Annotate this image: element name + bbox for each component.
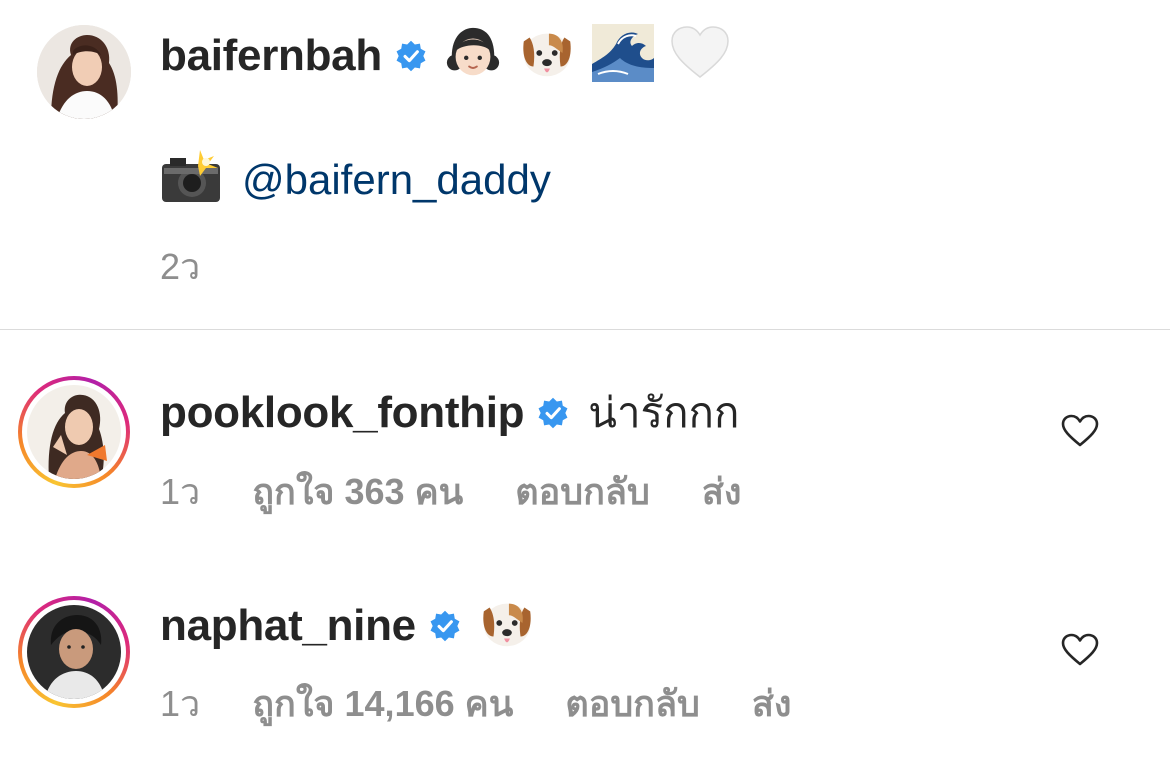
water-wave-emoji-icon <box>591 24 654 87</box>
mention-link[interactable]: @baifern_daddy <box>242 156 551 204</box>
like-heart-icon[interactable] <box>1061 414 1099 448</box>
dog-face-emoji-icon <box>478 594 536 657</box>
comment-time: 1ว <box>160 683 201 724</box>
comment-time: 1ว <box>160 471 201 512</box>
like-heart-icon[interactable] <box>1061 633 1099 667</box>
comment-username[interactable]: naphat_nine <box>160 601 416 651</box>
dog-face-emoji-icon <box>518 24 576 87</box>
comment-meta: 1ว ถูกใจ 363 คน ตอบกลับ ส่ง <box>160 463 793 520</box>
white-heart-emoji-icon <box>670 25 730 86</box>
verified-badge-icon <box>536 396 570 430</box>
send-button[interactable]: ส่ง <box>752 675 792 732</box>
comment-likes-count[interactable]: ถูกใจ 363 คน <box>252 463 463 520</box>
verified-badge-icon <box>428 609 462 643</box>
post-caption: @baifern_daddy <box>160 150 551 209</box>
comment-header: pooklook_fonthip น่ารักกก <box>160 380 739 446</box>
comment-text: น่ารักกก <box>588 389 740 436</box>
verified-badge-icon <box>394 39 428 73</box>
comment-header: naphat_nine <box>160 594 536 657</box>
reply-button[interactable]: ตอบกลับ <box>565 675 700 732</box>
camera-with-flash-emoji-icon <box>160 150 222 209</box>
comment-likes-count[interactable]: ถูกใจ 14,166 คน <box>252 675 513 732</box>
girl-emoji-icon <box>444 24 502 87</box>
comment-avatar[interactable] <box>18 376 130 488</box>
post-header: baifernbah <box>160 24 730 87</box>
comment-meta: 1ว ถูกใจ 14,166 คน ตอบกลับ ส่ง <box>160 675 843 732</box>
post-author-avatar[interactable] <box>37 25 131 119</box>
post-author-username[interactable]: baifernbah <box>160 31 382 81</box>
comment-username[interactable]: pooklook_fonthip <box>160 388 525 438</box>
divider <box>0 329 1170 330</box>
send-button[interactable]: ส่ง <box>702 463 742 520</box>
post-time: 2ว <box>160 246 201 287</box>
comment-avatar[interactable] <box>18 596 130 708</box>
reply-button[interactable]: ตอบกลับ <box>515 463 650 520</box>
